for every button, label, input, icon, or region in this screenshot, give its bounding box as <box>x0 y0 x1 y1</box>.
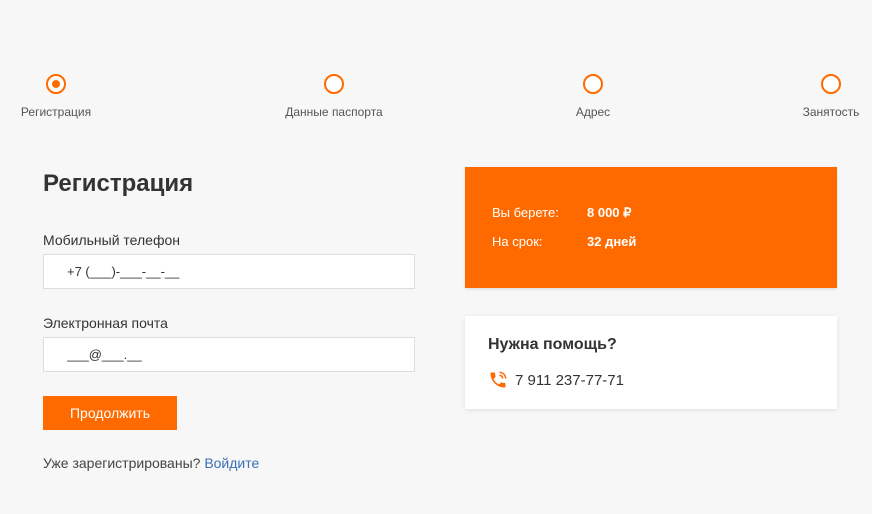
phone-call-icon <box>488 370 508 390</box>
login-prompt-text: Уже зарегистрированы? <box>43 455 201 471</box>
registration-stepper: Регистрация Данные паспорта Адрес Занято… <box>0 0 872 130</box>
step-label: Регистрация <box>20 105 92 119</box>
email-input[interactable] <box>43 337 415 372</box>
step-registration[interactable]: Регистрация <box>0 74 126 119</box>
step-active-dot-icon <box>52 80 60 88</box>
step-label: Данные паспорта <box>285 105 383 119</box>
login-link[interactable]: Войдите <box>204 455 259 471</box>
help-title: Нужна помощь? <box>488 336 617 353</box>
step-label: Адрес <box>575 105 611 119</box>
help-card: Нужна помощь? 7 911 237-77-71 <box>465 316 837 409</box>
login-prompt: Уже зарегистрированы? Войдите <box>43 455 259 471</box>
step-address[interactable]: Адрес <box>523 74 663 119</box>
step-active-indicator-icon <box>46 74 66 94</box>
email-field-label: Электронная почта <box>43 315 168 331</box>
loan-term-value: 32 дней <box>587 234 637 249</box>
loan-amount-label: Вы берете: <box>492 205 559 220</box>
loan-term-row: На срок: 32 дней <box>492 234 636 249</box>
continue-button[interactable]: Продолжить <box>43 396 177 430</box>
step-label: Занятость <box>802 105 860 119</box>
step-indicator-icon <box>324 74 344 94</box>
loan-amount-row: Вы берете: 8 000 ₽ <box>492 205 631 221</box>
step-indicator-icon <box>821 74 841 94</box>
loan-term-label: На срок: <box>492 234 543 249</box>
phone-field-label: Мобильный телефон <box>43 232 180 248</box>
step-employment[interactable]: Занятость <box>761 74 872 119</box>
step-indicator-icon <box>583 74 603 94</box>
phone-input[interactable] <box>43 254 415 289</box>
loan-summary-card: Вы берете: 8 000 ₽ На срок: 32 дней <box>465 167 837 288</box>
help-phone-link[interactable]: 7 911 237-77-71 <box>488 370 624 390</box>
step-passport-data[interactable]: Данные паспорта <box>264 74 404 119</box>
help-phone-number: 7 911 237-77-71 <box>515 371 624 389</box>
form-title: Регистрация <box>43 170 194 197</box>
loan-amount-value: 8 000 ₽ <box>587 205 632 220</box>
